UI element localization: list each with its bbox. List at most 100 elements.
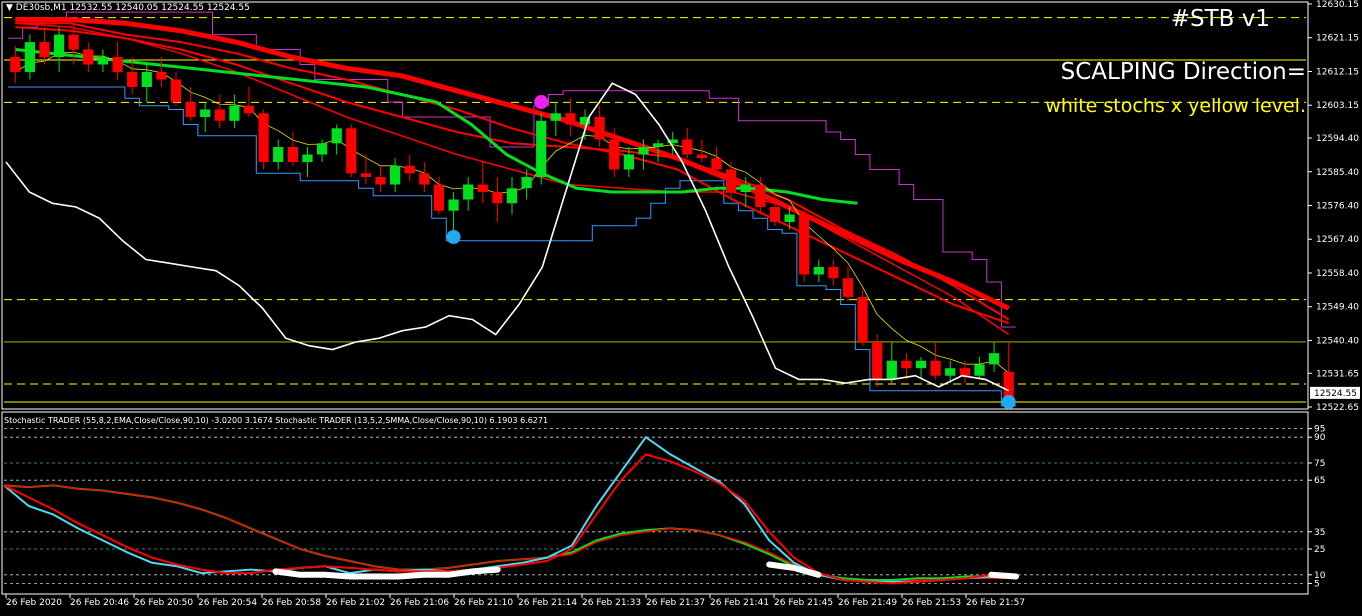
bear-candle — [682, 139, 693, 155]
price-tick-label: 12594.40 — [1316, 134, 1359, 144]
bull-candle — [521, 177, 532, 189]
bear-candle — [726, 169, 737, 192]
bull-candle — [506, 188, 518, 204]
time-label: 26 Feb 21:14 — [518, 598, 577, 608]
bear-candle — [872, 342, 883, 380]
bull-candle — [200, 109, 211, 117]
time-label: 26 Feb 21:41 — [710, 598, 769, 608]
bull-candle — [638, 147, 649, 155]
price-tick-label: 12558.40 — [1316, 269, 1359, 279]
bear-candle — [565, 113, 576, 125]
time-label: 26 Feb 2020 — [6, 598, 62, 608]
bear-candle — [185, 102, 196, 117]
price-tick-label: 12522.65 — [1316, 403, 1359, 413]
stoch-level-label: 65 — [1314, 476, 1325, 486]
time-label: 26 Feb 21:10 — [454, 598, 513, 608]
blue-dot — [446, 229, 461, 244]
bull-candle — [945, 368, 956, 376]
price-tick-label: 12585.40 — [1316, 168, 1359, 178]
bear-candle — [68, 34, 79, 50]
bear-candle — [10, 57, 21, 72]
bull-candle — [302, 154, 313, 162]
symbol-header[interactable]: ▼ DE30sb,M1 12532.55 12540.05 12524.55 1… — [6, 3, 250, 13]
time-label: 26 Feb 21:57 — [966, 598, 1025, 608]
price-tick-label: 12630.15 — [1316, 0, 1359, 10]
bull-candle — [390, 165, 401, 185]
bear-candle — [492, 192, 503, 204]
bear-candle — [477, 184, 488, 192]
bull-candle — [54, 34, 65, 58]
bear-candle — [360, 173, 371, 177]
chart-window: 12630.15 12621.15 12612.15 12603.15 12594.40… — [0, 0, 1362, 612]
bull-candle — [536, 120, 547, 177]
price-tick-label: 12540.40 — [1316, 336, 1359, 346]
bear-candle — [156, 72, 167, 80]
bull-candle — [886, 360, 897, 380]
price-tick-label: 12567.40 — [1316, 235, 1359, 245]
price-tick-label: 12576.40 — [1316, 202, 1359, 212]
time-label: 26 Feb 20:46 — [70, 598, 129, 608]
bull-candle — [317, 143, 328, 155]
bear-candle — [857, 297, 868, 342]
time-label: 26 Feb 21:53 — [902, 598, 961, 608]
bear-candle — [433, 184, 444, 211]
bear-candle — [39, 42, 50, 58]
bull-candle — [97, 57, 108, 65]
bear-candle — [258, 113, 269, 162]
bull-candle — [141, 72, 152, 87]
current-price-label: 12524.55 — [1314, 389, 1357, 399]
stoch-level-label: 35 — [1314, 528, 1325, 538]
time-label: 26 Feb 20:50 — [134, 598, 193, 608]
bear-candle — [170, 79, 182, 102]
time-label: 26 Feb 21:37 — [646, 598, 705, 608]
bull-candle — [463, 184, 474, 200]
time-label: 26 Feb 21:06 — [390, 598, 449, 608]
bull-candle — [740, 184, 751, 192]
bear-candle — [594, 117, 605, 140]
bear-candle — [828, 267, 839, 279]
bull-candle — [331, 128, 342, 144]
bear-candle — [959, 368, 970, 376]
time-label: 26 Feb 20:54 — [198, 598, 257, 608]
time-label: 26 Feb 21:45 — [774, 598, 833, 608]
strategy-title: #STB v1 — [1170, 6, 1270, 32]
time-label: 26 Feb 21:49 — [838, 598, 897, 608]
chart-canvas[interactable]: 12630.15 12621.15 12612.15 12603.15 12594.40… — [0, 0, 1362, 612]
bear-candle — [799, 214, 810, 275]
magenta-dot — [534, 95, 549, 110]
bear-candle — [609, 139, 620, 170]
bear-candle — [83, 49, 94, 65]
bull-candle — [550, 113, 561, 121]
price-tick-label: 12603.15 — [1316, 101, 1359, 111]
bull-candle — [915, 360, 927, 369]
bear-candle — [711, 158, 722, 170]
blue-dot — [1001, 394, 1016, 409]
symbol-info: DE30sb,M1 12532.55 12540.05 12524.55 125… — [15, 3, 250, 13]
bear-candle — [930, 360, 941, 376]
price-tick-label: 12549.40 — [1316, 303, 1359, 313]
time-label: 26 Feb 20:58 — [262, 598, 321, 608]
stoch-level-label: 5 — [1314, 579, 1320, 589]
bear-candle — [755, 184, 766, 207]
bear-candle — [214, 109, 225, 121]
bull-candle — [989, 353, 1000, 365]
bear-candle — [375, 177, 386, 185]
bull-candle — [623, 154, 634, 170]
bull-candle — [974, 364, 985, 376]
bear-candle — [901, 360, 912, 369]
bear-candle — [696, 154, 707, 159]
bear-candle — [769, 207, 780, 222]
bear-candle — [112, 57, 123, 72]
strategy-line2: white stochs x yellow level. — [1045, 95, 1306, 117]
bull-candle — [813, 267, 824, 275]
indicator-label: Stochastic TRADER (55,8,2,EMA,Close/Clos… — [4, 416, 549, 425]
bull-candle — [448, 199, 459, 211]
triangle-down-icon[interactable]: ▼ — [6, 3, 13, 13]
stoch-level-label: 75 — [1314, 459, 1325, 469]
bear-candle — [287, 147, 298, 162]
time-label: 26 Feb 21:02 — [326, 598, 385, 608]
bear-candle — [842, 278, 854, 297]
price-tick-label: 12531.65 — [1316, 369, 1359, 379]
strategy-line1: SCALPING Direction= — [1060, 59, 1306, 85]
stoch-level-label: 90 — [1314, 433, 1326, 443]
